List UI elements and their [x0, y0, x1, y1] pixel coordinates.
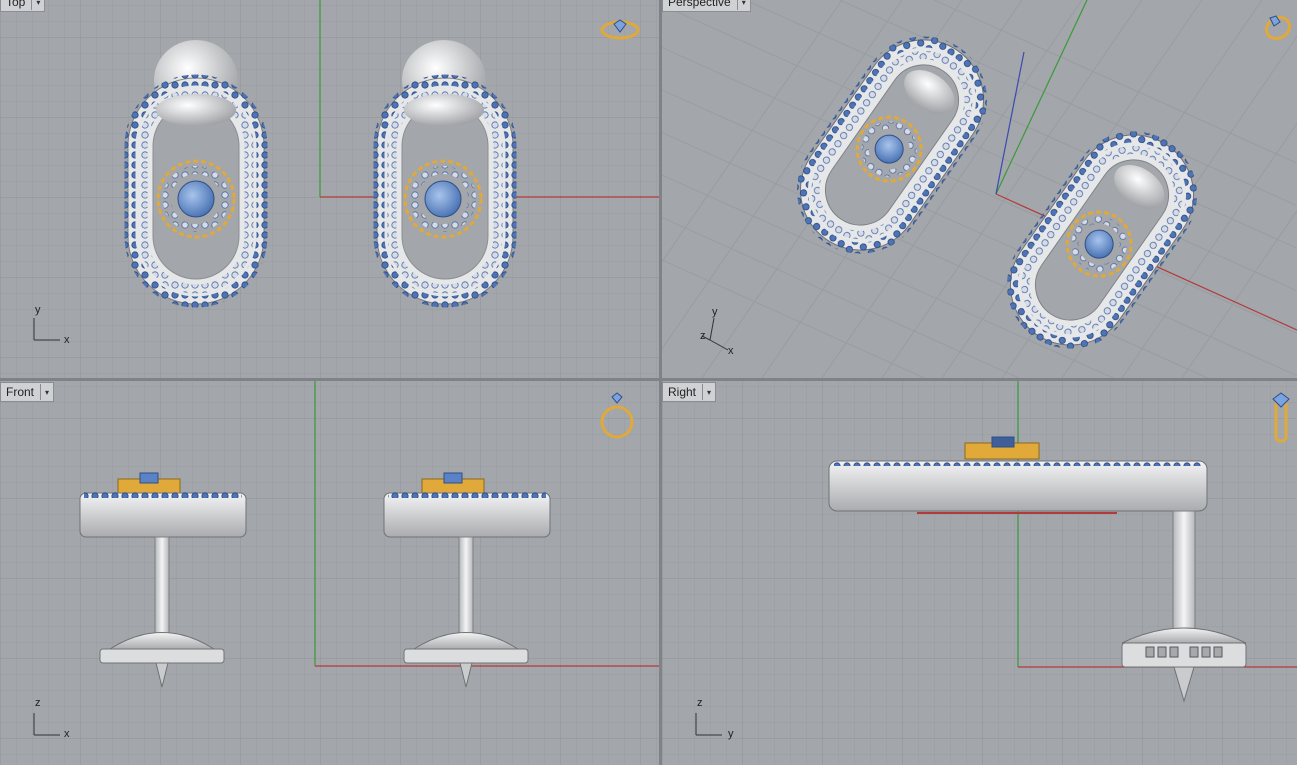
ring-front-view-icon [600, 392, 634, 439]
front-axis-z: z [35, 697, 41, 709]
ring-side-view-icon [1272, 392, 1290, 443]
earring-left-top [124, 40, 268, 308]
ring-perspective-icon [1264, 15, 1292, 41]
right-viewport-title[interactable]: Right [663, 385, 702, 399]
ring-top-view-icon [600, 19, 640, 40]
right-axis-z: z [697, 697, 703, 709]
top-axis-x: x [64, 334, 70, 346]
persp-axis-y: y [712, 306, 718, 318]
tab-perspective-viewport[interactable]: Perspective ▾ [662, 0, 751, 12]
tab-right-viewport[interactable]: Right ▾ [662, 382, 717, 402]
earring-side-right [828, 436, 1247, 703]
front-viewport[interactable]: z x Front ▾ [0, 381, 659, 765]
earring-right-front [383, 472, 551, 688]
chevron-down-icon[interactable]: ▾ [40, 384, 53, 400]
right-earring-model [695, 392, 1290, 736]
earring-right-top [373, 40, 517, 308]
earring-right-persp [1006, 131, 1198, 349]
right-axis-y: y [728, 728, 734, 740]
top-earring-models [33, 19, 640, 341]
persp-axis-z: z [700, 330, 706, 342]
top-viewport-title[interactable]: Top [1, 0, 31, 9]
top-viewport[interactable]: y x Top ▾ [0, 0, 659, 378]
chevron-down-icon[interactable]: ▾ [702, 384, 715, 400]
tab-top-viewport[interactable]: Top ▾ [0, 0, 46, 12]
top-axis-y: y [35, 304, 41, 316]
viewport-layout: y x Top ▾ y z x Perspective ▾ z x Front … [0, 0, 1297, 765]
chevron-down-icon[interactable]: ▾ [736, 0, 750, 10]
perspective-viewport-title[interactable]: Perspective [663, 0, 737, 9]
top-axis-indicator [33, 318, 60, 341]
chevron-down-icon[interactable]: ▾ [31, 0, 44, 10]
perspective-earring-models [701, 15, 1292, 351]
earring-left-front [79, 472, 247, 688]
front-viewport-title[interactable]: Front [1, 385, 40, 399]
tab-front-viewport[interactable]: Front ▾ [0, 382, 55, 402]
right-viewport[interactable]: z y Right ▾ [662, 381, 1297, 765]
right-axis-indicator [695, 713, 722, 736]
front-earring-models [33, 392, 634, 736]
front-axis-x: x [64, 728, 70, 740]
persp-axis-x: x [728, 345, 734, 357]
perspective-viewport[interactable]: y z x Perspective ▾ [662, 0, 1297, 378]
front-axis-indicator [33, 713, 60, 736]
earring-left-persp [796, 36, 988, 254]
perspective-axis-indicator [701, 317, 729, 351]
